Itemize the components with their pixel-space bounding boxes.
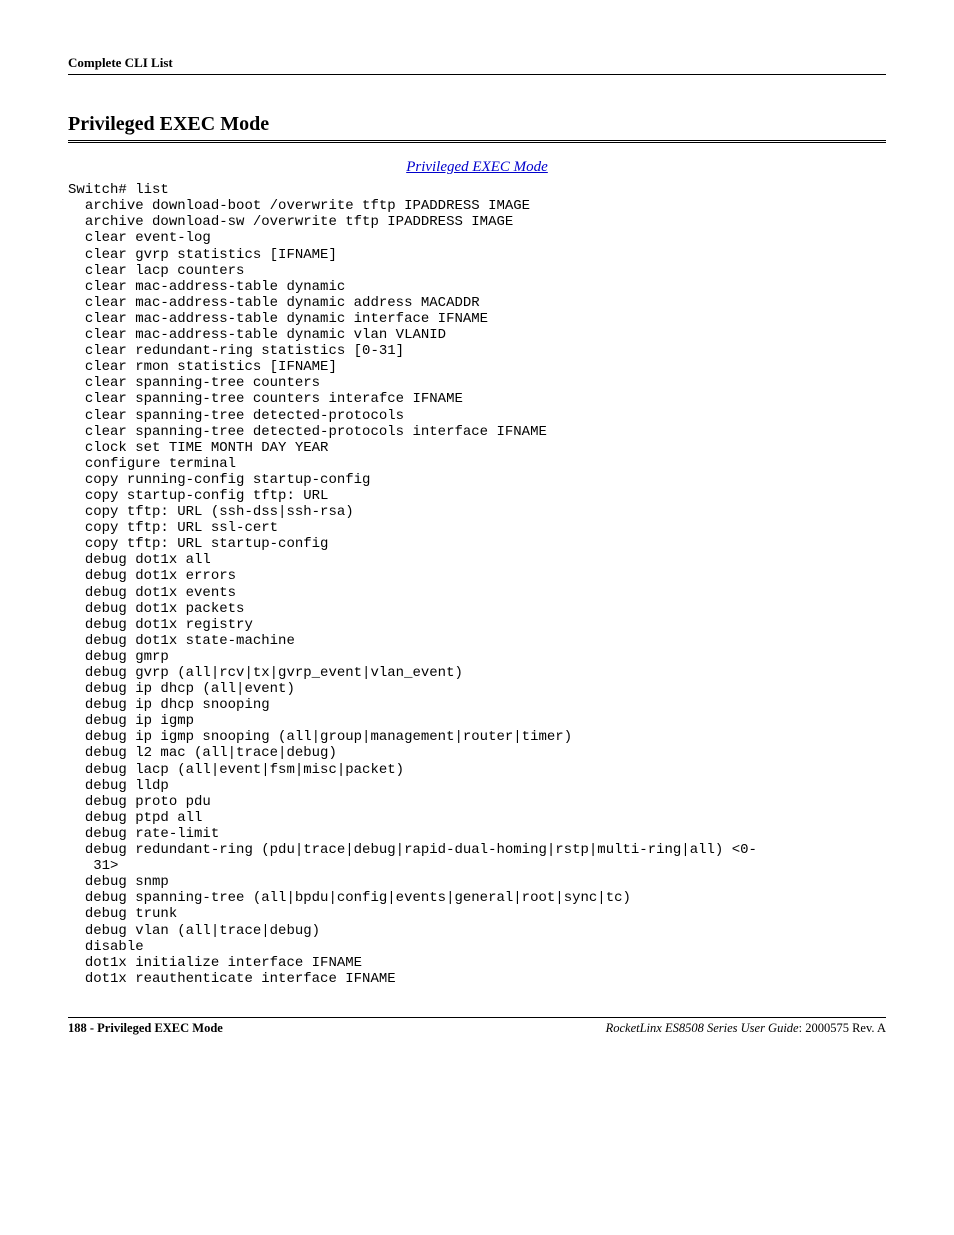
section-title: Privileged EXEC Mode [68,113,886,136]
privileged-exec-mode-link[interactable]: Privileged EXEC Mode [406,159,548,175]
running-header: Complete CLI List [68,56,886,75]
footer-revision: : 2000575 Rev. A [799,1021,886,1035]
title-rule [68,140,886,141]
xref-line: Privileged EXEC Mode [68,159,886,176]
cli-listing: Switch# list archive download-boot /over… [68,182,886,987]
footer-right: RocketLinx ES8508 Series User Guide: 200… [606,1021,886,1035]
page-footer: 188 - Privileged EXEC Mode RocketLinx ES… [68,1017,886,1035]
footer-guide-title: RocketLinx ES8508 Series User Guide [606,1021,799,1035]
footer-left: 188 - Privileged EXEC Mode [68,1021,223,1035]
